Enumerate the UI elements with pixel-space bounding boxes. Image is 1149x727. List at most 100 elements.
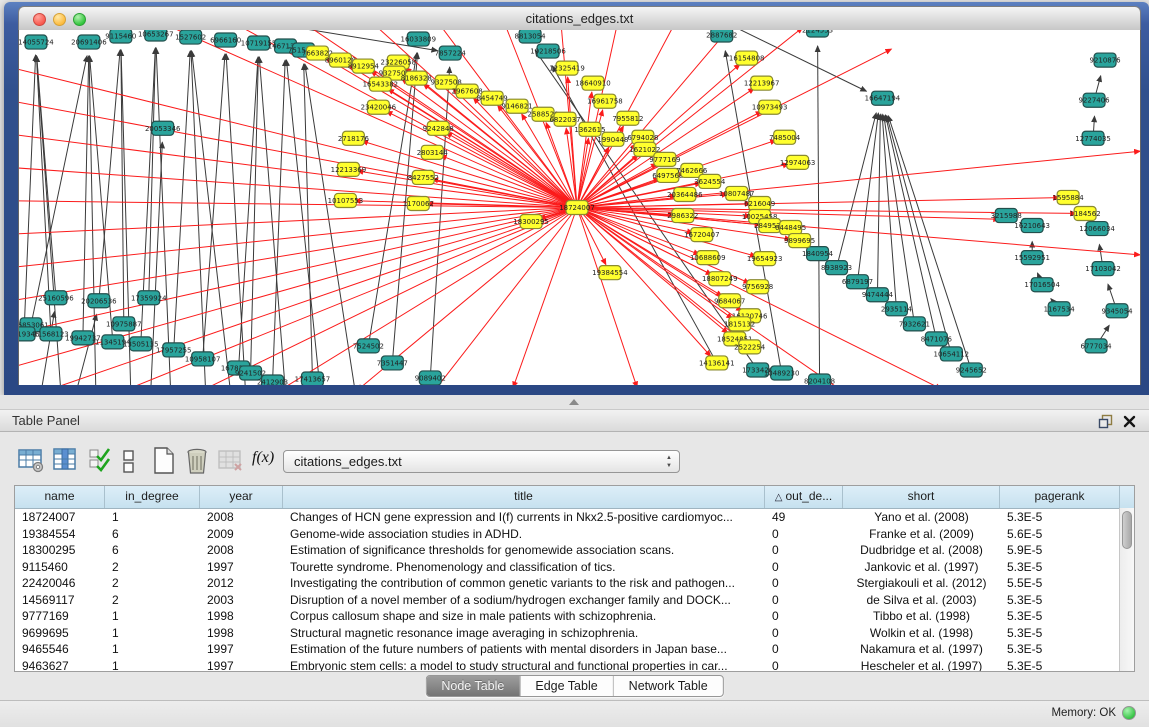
graph-node[interactable]: 7524502 (353, 339, 384, 353)
graph-node-selected[interactable]: 1362615 (574, 122, 605, 136)
graph-node-selected[interactable]: 2986322 (667, 209, 698, 223)
selected-edge[interactable] (19, 208, 577, 339)
delete-rows-icon[interactable] (184, 447, 210, 475)
delete-table-icon[interactable] (218, 447, 244, 473)
graph-node-selected[interactable]: 12213967 (744, 76, 780, 90)
graph-node[interactable]: 17016504 (1024, 278, 1060, 292)
graph-node[interactable]: 2935114 (881, 302, 913, 316)
graph-node[interactable]: 2412903 (257, 375, 288, 385)
graph-node[interactable]: 7932621 (899, 317, 930, 331)
table-settings-icon[interactable] (18, 447, 44, 473)
table-row[interactable]: 911546021997Tourette syndrome. Phenomeno… (15, 559, 1134, 576)
column-header-name[interactable]: name (15, 486, 105, 508)
tab-node-table[interactable]: Node Table (426, 676, 520, 696)
graph-node[interactable]: 10653267 (138, 30, 174, 41)
graph-node-selected[interactable]: 6448495 (775, 221, 806, 235)
graph-node-selected[interactable]: 16154808 (729, 51, 765, 65)
graph-node-selected[interactable]: 10973493 (752, 100, 788, 114)
graph-node[interactable]: 1840954 (802, 247, 834, 261)
graph-node[interactable]: 9245652 (956, 363, 987, 377)
graph-node[interactable]: 16647194 (865, 91, 901, 105)
graph-node-selected[interactable]: 2522254 (734, 340, 766, 354)
graph-node[interactable]: 19218506 (530, 44, 566, 58)
graph-edge[interactable] (286, 60, 320, 385)
graph-node-selected[interactable]: 16720407 (684, 228, 720, 242)
graph-node-selected[interactable]: 1170062 (403, 196, 434, 210)
tab-network-table[interactable]: Network Table (614, 676, 723, 696)
table-selector-dropdown[interactable]: citations_edges.txt ▲▼ (283, 450, 680, 473)
table-row[interactable]: 1872400712008Changes of HCN gene express… (15, 509, 1134, 526)
panel-divider[interactable] (0, 395, 1149, 409)
vertical-scrollbar[interactable] (1119, 508, 1134, 671)
row-height-icon[interactable] (122, 450, 136, 474)
graph-node[interactable]: 20206536 (81, 294, 117, 308)
memory-indicator[interactable]: Memory: OK (1051, 706, 1136, 720)
graph-node[interactable]: 14055724 (19, 35, 54, 49)
graph-node[interactable]: 25160596 (38, 291, 74, 305)
graph-node-selected[interactable]: 1184562 (1070, 206, 1101, 220)
divider-grip-icon[interactable] (569, 399, 579, 405)
close-icon[interactable] (1122, 414, 1137, 429)
table-row[interactable]: 946362711997Embryonic stem cells: a mode… (15, 658, 1134, 673)
column-header-short[interactable]: short (843, 486, 1000, 508)
table-row[interactable]: 977716911998Corpus callosum shape and si… (15, 608, 1134, 625)
graph-node[interactable]: 8471076 (921, 332, 953, 346)
column-header-in_degree[interactable]: in_degree (105, 486, 200, 508)
graph-node[interactable]: 2124553 (802, 30, 833, 37)
graph-node[interactable]: 17359924 (131, 291, 167, 305)
column-header-out_de[interactable]: △out_de... (765, 486, 843, 508)
graph-node-selected[interactable]: 8186328 (401, 71, 432, 85)
graph-node[interactable]: 9210876 (1090, 53, 1122, 67)
graph-node[interactable]: 2887682 (706, 30, 737, 42)
graph-edge[interactable] (191, 51, 206, 385)
graph-node-selected[interactable]: 7485004 (769, 130, 801, 144)
graph-edge[interactable] (251, 57, 259, 373)
network-canvas[interactable]: 1405572420691406911546010653267152760269… (18, 30, 1141, 385)
graph-node[interactable]: 8813054 (515, 30, 547, 43)
graph-node-selected[interactable]: 19654923 (747, 252, 783, 266)
graph-node[interactable]: 6879197 (842, 275, 873, 289)
graph-node-selected[interactable]: 6822037 (549, 112, 580, 126)
table-row[interactable]: 946554611997Estimation of the future num… (15, 641, 1134, 658)
graph-edge[interactable] (174, 51, 190, 350)
graph-node-selected[interactable]: 2803144 (417, 145, 449, 159)
graph-edge[interactable] (304, 64, 313, 379)
column-header-title[interactable]: title (283, 486, 765, 508)
column-header-year[interactable]: year (200, 486, 283, 508)
graph-node[interactable]: 7351447 (377, 356, 408, 370)
graph-node-selected[interactable]: 7955812 (612, 111, 643, 125)
graph-node-selected[interactable]: 23420046 (361, 100, 397, 114)
graph-node-selected[interactable]: 3624554 (694, 174, 726, 188)
graph-node-selected[interactable]: 2718176 (338, 131, 370, 145)
graph-node[interactable]: 20691406 (71, 35, 107, 49)
graph-node[interactable]: 6966160 (210, 33, 241, 47)
column-header-pagerank[interactable]: pagerank (1000, 486, 1120, 508)
graph-edge[interactable] (156, 48, 171, 385)
table-row[interactable]: 1830029562008Estimation of significance … (15, 542, 1134, 559)
graph-node[interactable]: 9115460 (105, 30, 136, 43)
graph-edge[interactable] (149, 48, 156, 298)
graph-node[interactable]: 9345054 (1101, 304, 1133, 318)
graph-node-selected[interactable]: 1815132 (724, 317, 755, 331)
selected-edge[interactable] (577, 208, 637, 386)
table-row[interactable]: 1938455462009Genome-wide association stu… (15, 526, 1134, 543)
graph-node[interactable]: 9089402 (415, 371, 446, 385)
table-row[interactable]: 2242004622012Investigating the contribut… (15, 575, 1134, 592)
window-titlebar[interactable]: citations_edges.txt (18, 6, 1141, 30)
graph-node-selected[interactable]: 18807249 (702, 272, 738, 286)
graph-edge[interactable] (837, 113, 877, 268)
scrollbar-thumb[interactable] (1122, 511, 1132, 549)
show-columns-icon[interactable] (52, 447, 78, 473)
graph-edge[interactable] (858, 113, 879, 282)
table-row[interactable]: 1456911722003Disruption of a novel membe… (15, 592, 1134, 609)
graph-node[interactable]: 16210643 (1014, 219, 1050, 233)
graph-node[interactable]: 17413657 (295, 372, 331, 385)
graph-node-selected[interactable]: 14136141 (699, 356, 735, 370)
graph-node[interactable]: 8204108 (804, 374, 835, 385)
selected-edge[interactable] (577, 30, 803, 208)
graph-node-selected[interactable]: 9242848 (423, 121, 454, 135)
graph-edge[interactable] (226, 54, 245, 385)
graph-node-selected[interactable]: 12325419 (549, 61, 585, 75)
graph-node-selected[interactable]: 1595884 (1053, 190, 1085, 204)
graph-node[interactable]: 8938923 (821, 261, 852, 275)
